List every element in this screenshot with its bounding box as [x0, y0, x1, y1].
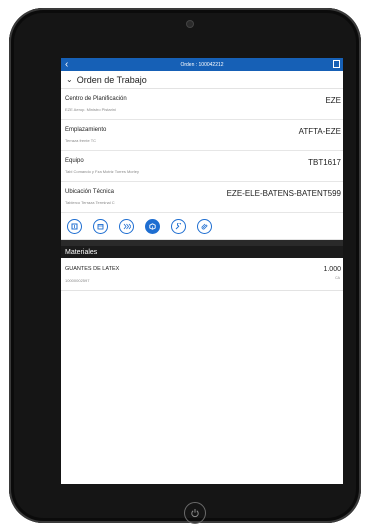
- box-icon[interactable]: [145, 218, 160, 234]
- field-row-centro[interactable]: Centro de Planificación EZE Aerop. Minis…: [61, 89, 343, 120]
- field-label: Equipo: [65, 158, 84, 164]
- paperclip-icon[interactable]: [197, 218, 212, 234]
- field-label: Emplazamiento: [65, 127, 107, 133]
- material-name: GUANTES DE LATEX: [65, 266, 120, 272]
- field-value: EZE: [325, 96, 341, 105]
- field-row-emplazamiento[interactable]: Emplazamiento Terraza frente TC ATFTA-EZ…: [61, 120, 343, 151]
- wrench-icon[interactable]: [171, 218, 186, 234]
- field-row-ubicacion[interactable]: Ubicación Técnica Tablerco Terraza Termi…: [61, 182, 343, 213]
- home-button[interactable]: [184, 502, 206, 524]
- tablet-frame: ‹ Orden : 100042212 ⌄ Orden de Trabajo C…: [9, 8, 361, 524]
- field-row-equipo[interactable]: Equipo Tabl Comando y Fza Motriz Torres …: [61, 151, 343, 182]
- field-sub: EZE Aerop. Ministro Pistarini: [65, 107, 116, 112]
- order-title: Orden : 100042212: [180, 61, 224, 68]
- field-value: ATFTA-EZE: [298, 127, 341, 136]
- field-sub: Tabl Comando y Fza Motriz Torres Morley: [65, 169, 139, 174]
- calendar-icon[interactable]: [93, 218, 108, 234]
- square-icon[interactable]: [67, 218, 82, 234]
- action-bar: [61, 213, 343, 240]
- materials-title: Materiales: [65, 248, 98, 256]
- field-label: Centro de Planificación: [65, 96, 127, 102]
- material-qty: 1.000: [323, 266, 341, 273]
- materials-header: Materiales: [61, 246, 343, 258]
- top-bar: ‹ Orden : 100042212: [61, 58, 343, 71]
- section-title: Orden de Trabajo: [76, 74, 147, 85]
- field-value: TBT1617: [308, 158, 341, 167]
- steps-icon[interactable]: [119, 218, 134, 234]
- field-label: Ubicación Técnica: [65, 189, 114, 195]
- material-code: 10000002597: [65, 278, 90, 283]
- camera-dot: [187, 21, 193, 27]
- field-sub: Tablerco Terraza Terminal C: [65, 200, 115, 205]
- field-sub: Terraza frente TC: [65, 138, 97, 143]
- material-row[interactable]: GUANTES DE LATEX 10000002597 1.000 CA: [61, 258, 343, 291]
- chevron-left-icon[interactable]: ‹: [65, 58, 68, 71]
- app-screen: ‹ Orden : 100042212 ⌄ Orden de Trabajo C…: [61, 58, 343, 484]
- field-value: EZE-ELE-BATENS-BATENT599: [226, 189, 341, 198]
- power-icon: [191, 509, 199, 518]
- document-icon[interactable]: [333, 60, 340, 68]
- chevron-down-icon: ⌄: [66, 75, 73, 84]
- section-header[interactable]: ⌄ Orden de Trabajo: [61, 71, 343, 89]
- material-unit: CA: [335, 276, 340, 280]
